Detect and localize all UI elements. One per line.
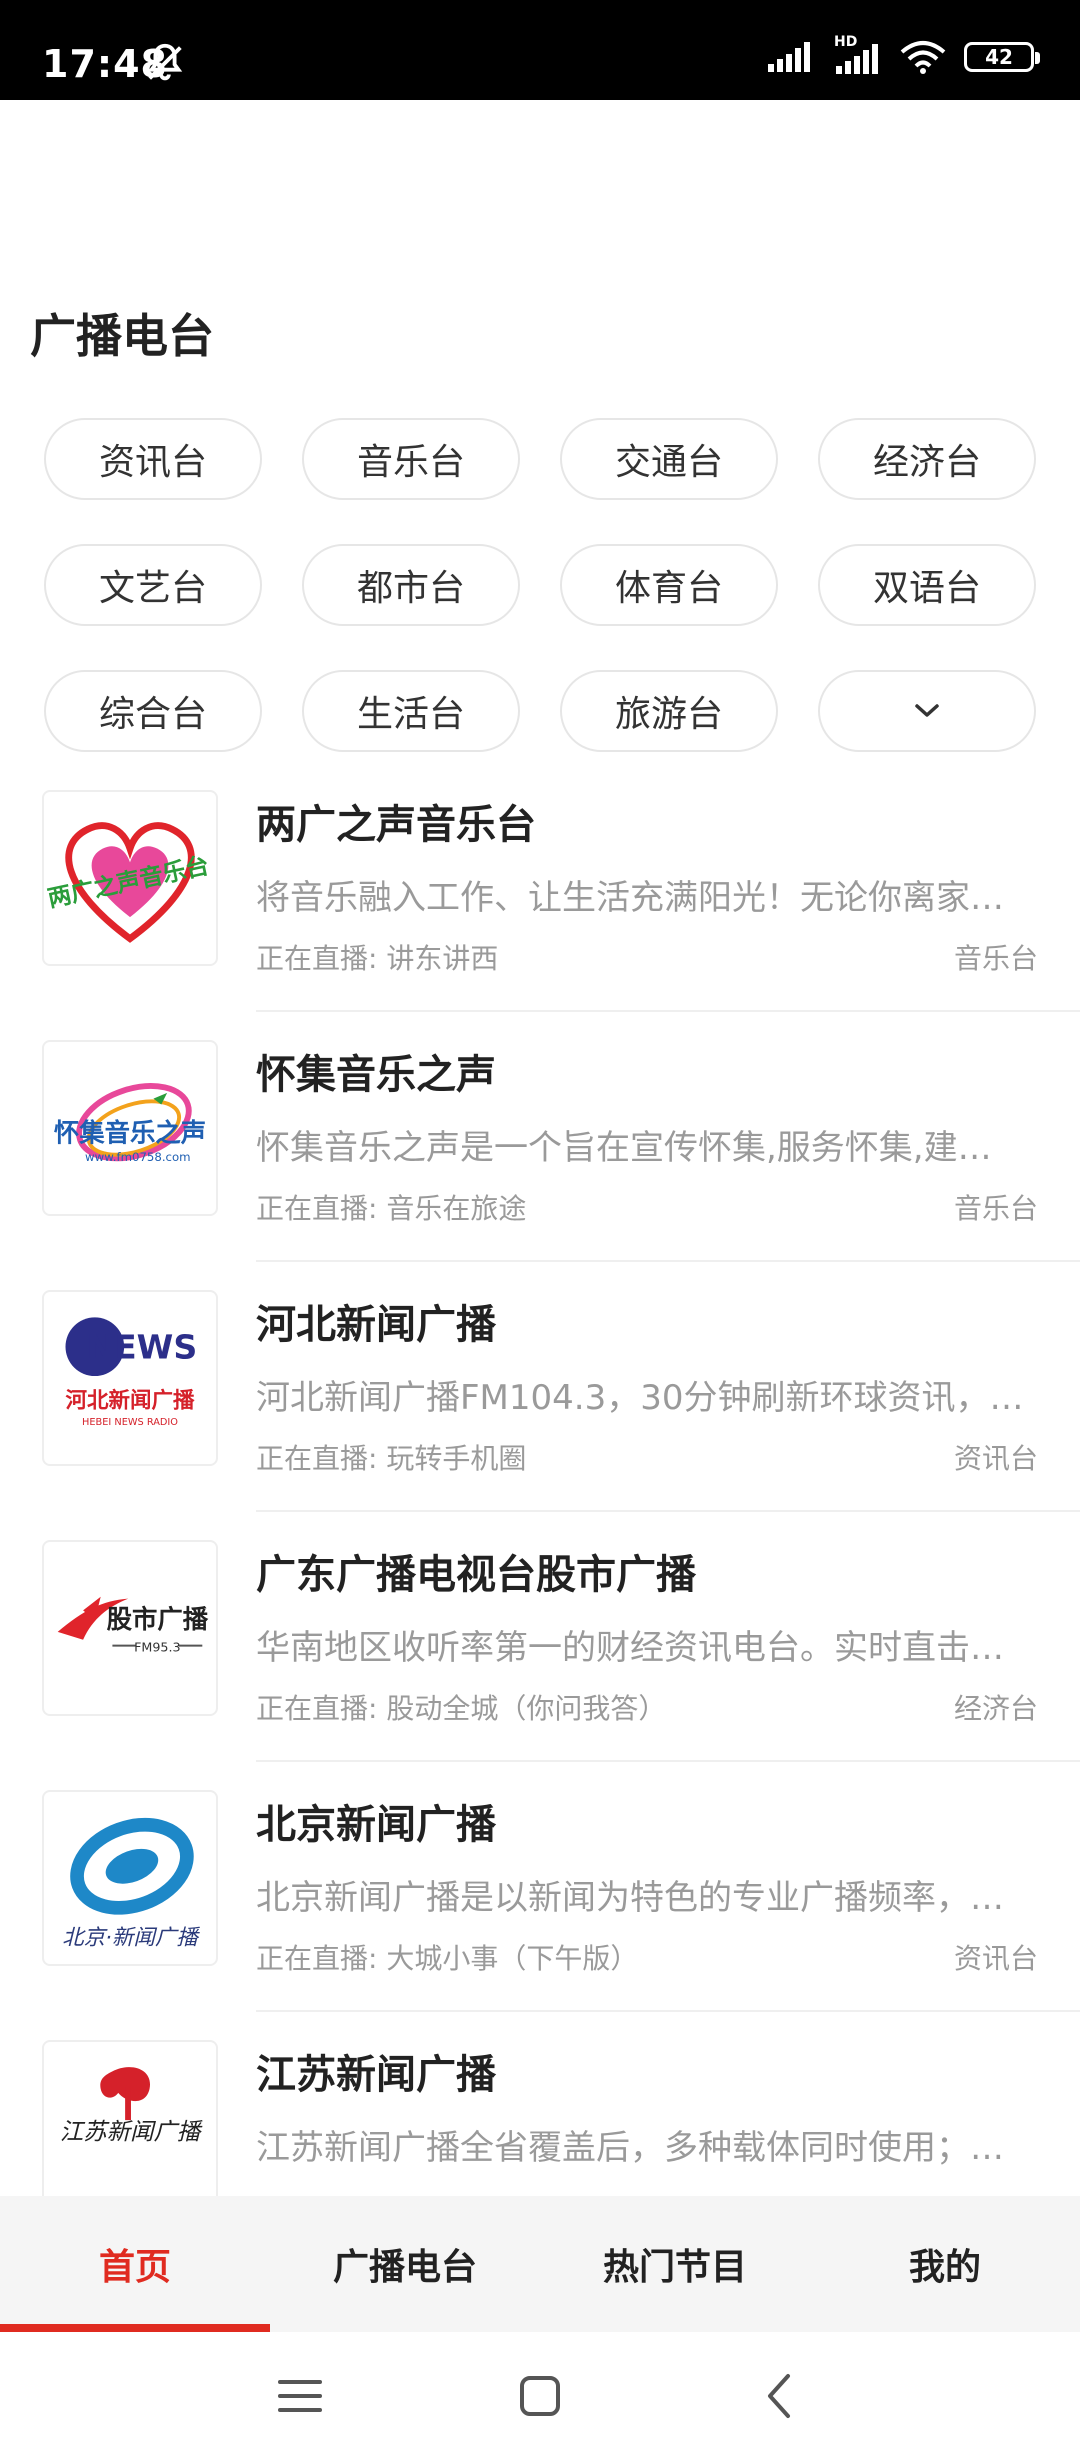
chip-life[interactable]: 生活台 xyxy=(302,670,520,752)
battery-level: 42 xyxy=(985,45,1013,69)
station-logo: 两广之声音乐台 xyxy=(42,790,218,966)
active-tab-indicator xyxy=(0,2324,270,2332)
chip-news[interactable]: 资讯台 xyxy=(44,418,262,500)
station-info: 广东广播电视台股市广播 华南地区收听率第一的财经资讯电台。实时直击… 正在直播:… xyxy=(256,1540,1080,1762)
station-logo: 股市广播 FM95.3 xyxy=(42,1540,218,1716)
tab-home[interactable]: 首页 xyxy=(0,2196,270,2332)
station-category: 资讯台 xyxy=(953,1442,1038,1475)
status-icons: HD 42 xyxy=(768,34,1040,74)
station-desc: 华南地区收听率第一的财经资讯电台。实时直击… xyxy=(256,1628,1004,1668)
station-category: 音乐台 xyxy=(953,1192,1038,1225)
battery-indicator: 42 xyxy=(964,42,1040,72)
system-nav-bar xyxy=(0,2332,1080,2460)
station-category: 经济台 xyxy=(953,1692,1038,1725)
station-category: 资讯台 xyxy=(953,1942,1038,1975)
expand-categories-button[interactable] xyxy=(818,670,1036,752)
chip-city[interactable]: 都市台 xyxy=(302,544,520,626)
signal-icon xyxy=(768,42,810,72)
bottom-tab-bar: 首页 广播电台 热门节目 我的 xyxy=(0,2196,1080,2332)
station-desc: 怀集音乐之声是一个旨在宣传怀集,服务怀集,建… xyxy=(256,1128,992,1168)
station-live: 正在直播: 音乐在旅途 xyxy=(256,1192,527,1225)
chip-travel[interactable]: 旅游台 xyxy=(560,670,778,752)
bell-muted-icon xyxy=(147,43,183,81)
stock-logo-icon: 股市广播 FM95.3 xyxy=(57,1596,209,1654)
logo-subtext: www.fm0758.com xyxy=(85,1150,191,1164)
station-list: 两广之声音乐台 两广之声音乐台 将音乐融入工作、让生活充满阳光！无论你离家… 正… xyxy=(0,790,1080,2290)
chip-arts[interactable]: 文艺台 xyxy=(44,544,262,626)
logo-subtext-en: HEBEI NEWS RADIO xyxy=(82,1417,178,1428)
news-logo-icon: NEWS 河北新闻广播 HEBEI NEWS RADIO xyxy=(65,1317,197,1428)
back-icon[interactable] xyxy=(750,2366,810,2426)
logo-text: 北京·新闻广播 xyxy=(62,1925,200,1950)
category-chips: 资讯台 音乐台 交通台 经济台 文艺台 都市台 体育台 双语台 综合台 生活台 … xyxy=(44,418,1036,752)
logo-text: 股市广播 xyxy=(107,1604,209,1634)
jiangsu-logo-icon: 江苏新闻广播 xyxy=(60,2067,203,2146)
tab-radio-label: 广播电台 xyxy=(332,2247,477,2288)
station-title: 怀集音乐之声 xyxy=(256,1052,496,1098)
station-category: 音乐台 xyxy=(953,942,1038,975)
station-item[interactable]: 股市广播 FM95.3 广东广播电视台股市广播 华南地区收听率第一的财经资讯电台… xyxy=(0,1540,1080,1790)
station-info: 河北新闻广播 河北新闻广播FM104.3，30分钟刷新环球资讯，… 正在直播: … xyxy=(256,1290,1080,1512)
page-title: 广播电台 xyxy=(30,309,214,363)
logo-subtext: FM95.3 xyxy=(134,1639,181,1654)
tab-hot-programs[interactable]: 热门节目 xyxy=(540,2196,810,2332)
station-desc: 河北新闻广播FM104.3，30分钟刷新环球资讯，… xyxy=(256,1378,1024,1418)
station-title: 河北新闻广播 xyxy=(256,1302,496,1348)
station-info: 怀集音乐之声 怀集音乐之声是一个旨在宣传怀集,服务怀集,建… 正在直播: 音乐在… xyxy=(256,1040,1080,1262)
station-live: 正在直播: 大城小事（下午版） xyxy=(256,1942,639,1975)
menu-icon[interactable] xyxy=(270,2366,330,2426)
logo-text: 江苏新闻广播 xyxy=(60,2118,203,2146)
station-desc: 北京新闻广播是以新闻为特色的专业广播频率，… xyxy=(256,1878,1004,1918)
station-logo: NEWS 河北新闻广播 HEBEI NEWS RADIO xyxy=(42,1290,218,1466)
tab-mine-label: 我的 xyxy=(908,2247,981,2288)
station-desc: 江苏新闻广播全省覆盖后，多种载体同时使用；… xyxy=(256,2128,1004,2168)
station-title: 北京新闻广播 xyxy=(256,1802,496,1848)
station-logo: 江苏新闻广播 xyxy=(42,2040,218,2216)
station-item[interactable]: NEWS 河北新闻广播 HEBEI NEWS RADIO 河北新闻广播 河北新闻… xyxy=(0,1290,1080,1540)
swirl-logo-icon: 怀集音乐之声 www.fm0758.com xyxy=(54,1083,206,1164)
chip-sports[interactable]: 体育台 xyxy=(560,544,778,626)
logo-text: NEWS xyxy=(86,1327,197,1366)
station-live: 正在直播: 股动全城（你问我答） xyxy=(256,1692,667,1725)
beijing-logo-icon: 北京·新闻广播 xyxy=(62,1817,200,1950)
station-item[interactable]: 怀集音乐之声 www.fm0758.com 怀集音乐之声 怀集音乐之声是一个旨在… xyxy=(0,1040,1080,1290)
heart-logo-icon: 两广之声音乐台 xyxy=(45,822,211,943)
station-title: 两广之声音乐台 xyxy=(256,802,536,848)
logo-subtext: 河北新闻广播 xyxy=(65,1387,195,1413)
status-bar: 17:48 HD 42 xyxy=(0,0,1080,100)
station-logo: 怀集音乐之声 www.fm0758.com xyxy=(42,1040,218,1216)
station-title: 江苏新闻广播 xyxy=(256,2052,496,2098)
tab-mine[interactable]: 我的 xyxy=(810,2196,1080,2332)
signal-hd-icon xyxy=(836,44,878,74)
station-live: 正在直播: 讲东讲西 xyxy=(256,942,499,975)
station-item[interactable]: 两广之声音乐台 两广之声音乐台 将音乐融入工作、让生活充满阳光！无论你离家… 正… xyxy=(0,790,1080,1040)
tab-home-label: 首页 xyxy=(98,2247,171,2288)
tab-hot-label: 热门节目 xyxy=(602,2247,747,2288)
station-live: 正在直播: 玩转手机圈 xyxy=(256,1442,527,1475)
station-info: 北京新闻广播 北京新闻广播是以新闻为特色的专业广播频率，… 正在直播: 大城小事… xyxy=(256,1790,1080,2012)
station-logo: 北京·新闻广播 xyxy=(42,1790,218,1966)
station-info: 两广之声音乐台 将音乐融入工作、让生活充满阳光！无论你离家… 正在直播: 讲东讲… xyxy=(256,790,1080,1012)
wifi-icon xyxy=(900,41,946,74)
station-item[interactable]: 北京·新闻广播 北京新闻广播 北京新闻广播是以新闻为特色的专业广播频率，… 正在… xyxy=(0,1790,1080,2040)
chevron-down-icon xyxy=(915,704,939,717)
chip-bilingual[interactable]: 双语台 xyxy=(818,544,1036,626)
tab-radio[interactable]: 广播电台 xyxy=(270,2196,540,2332)
chip-general[interactable]: 综合台 xyxy=(44,670,262,752)
home-icon[interactable] xyxy=(510,2366,570,2426)
chip-economy[interactable]: 经济台 xyxy=(818,418,1036,500)
station-title: 广东广播电视台股市广播 xyxy=(256,1552,696,1598)
chip-music[interactable]: 音乐台 xyxy=(302,418,520,500)
logo-text: 怀集音乐之声 xyxy=(54,1118,206,1148)
station-desc: 将音乐融入工作、让生活充满阳光！无论你离家… xyxy=(256,878,1004,918)
chip-traffic[interactable]: 交通台 xyxy=(560,418,778,500)
